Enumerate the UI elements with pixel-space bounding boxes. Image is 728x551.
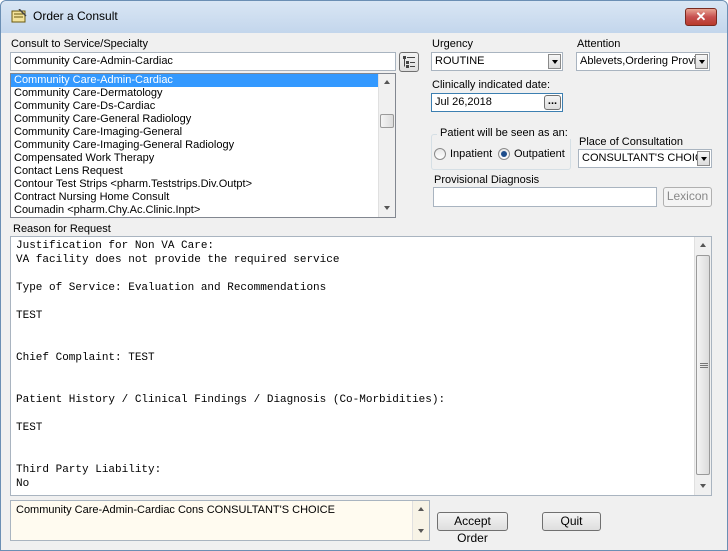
inpatient-radio[interactable]: [434, 148, 446, 160]
scroll-up-icon[interactable]: [413, 501, 429, 518]
scroll-down-icon[interactable]: [379, 200, 395, 217]
service-list-item[interactable]: Community Care-Dermatology: [11, 87, 395, 100]
scroll-up-icon[interactable]: [695, 237, 711, 254]
reason-line: [11, 435, 711, 449]
chevron-down-icon[interactable]: [695, 54, 708, 69]
reason-line: Third Party Liability:: [16, 464, 162, 476]
reason-line: Patient History / Clinical Findings / Di…: [16, 394, 446, 406]
urgency-value: ROUTINE: [435, 55, 485, 67]
place-select[interactable]: CONSULTANT'S CHOIC: [578, 149, 712, 168]
reason-line: Justification for Non VA Care:: [16, 240, 215, 252]
reason-line: No: [16, 478, 30, 490]
tree-view-icon: [403, 56, 415, 68]
service-list-item[interactable]: Contour Test Strips <pharm.Teststrips.Di…: [11, 178, 395, 191]
attention-value: Ablevets,Ordering Provic: [580, 55, 702, 67]
scroll-thumb[interactable]: [696, 255, 710, 475]
patient-seen-label: Patient will be seen as an:: [437, 127, 571, 139]
reason-line: [11, 323, 711, 337]
reason-line: VA facility does not provide the require…: [16, 254, 340, 266]
reason-line: [11, 295, 711, 309]
consult-form-icon: [11, 9, 27, 23]
place-label: Place of Consultation: [579, 136, 683, 148]
scroll-up-icon[interactable]: [379, 74, 395, 91]
place-value: CONSULTANT'S CHOIC: [582, 152, 703, 164]
service-list-item[interactable]: Community Care-Imaging-General Radiology: [11, 139, 395, 152]
service-list-item[interactable]: Community Care-Admin-Cardiac: [11, 74, 395, 87]
scroll-down-icon[interactable]: [413, 523, 429, 540]
reason-line: [11, 407, 711, 421]
reason-line: TEST: [16, 422, 43, 434]
service-listbox[interactable]: Community Care-Admin-Cardiac Community Ca…: [10, 73, 396, 218]
reason-line: Chief Complaint: TEST: [16, 352, 155, 364]
reason-line: Type of Service: Evaluation and Recommen…: [16, 282, 327, 294]
chevron-down-icon[interactable]: [548, 54, 561, 69]
quit-button[interactable]: Quit: [542, 512, 601, 531]
clinical-date-label: Clinically indicated date:: [432, 79, 551, 91]
reason-textarea[interactable]: Justification for Non VA Care: VA facilit…: [10, 236, 712, 496]
title-bar: Order a Consult ✕: [1, 1, 727, 33]
service-input[interactable]: Community Care-Admin-Cardiac: [10, 52, 396, 71]
accept-order-button[interactable]: Accept Order: [437, 512, 508, 545]
summary-scrollbar[interactable]: [412, 501, 429, 540]
service-list-scrollbar[interactable]: [378, 74, 395, 217]
service-list-item[interactable]: Community Care-Imaging-General: [11, 126, 395, 139]
reason-line: TEST: [16, 310, 43, 322]
close-button[interactable]: ✕: [685, 8, 717, 26]
service-tree-button[interactable]: [399, 52, 419, 72]
reason-text: Justification for Non VA Care: VA facilit…: [11, 237, 711, 491]
reason-line: [11, 365, 711, 379]
clinical-date-value: Jul 26,2018: [435, 96, 492, 108]
diagnosis-input[interactable]: [433, 187, 657, 207]
reason-label: Reason for Request: [13, 223, 111, 235]
attention-label: Attention: [577, 38, 621, 50]
service-list-item[interactable]: Contact Lens Request: [11, 165, 395, 178]
scroll-down-icon[interactable]: [695, 478, 711, 495]
urgency-label: Urgency: [432, 38, 473, 50]
lexicon-button[interactable]: Lexicon: [663, 187, 712, 207]
service-list-item[interactable]: Community Care-Ds-Cardiac: [11, 100, 395, 113]
urgency-select[interactable]: ROUTINE: [431, 52, 563, 71]
date-picker-button[interactable]: ...: [544, 95, 561, 110]
service-list-item[interactable]: Contract Nursing Home Consult: [11, 191, 395, 204]
inpatient-label[interactable]: Inpatient: [450, 148, 492, 160]
window-title: Order a Consult: [33, 9, 118, 23]
grip-icon: [700, 363, 708, 368]
reason-scrollbar[interactable]: [694, 237, 711, 495]
diagnosis-label: Provisional Diagnosis: [434, 174, 540, 186]
scroll-thumb[interactable]: [380, 114, 394, 128]
chevron-down-icon[interactable]: [697, 151, 710, 166]
attention-select[interactable]: Ablevets,Ordering Provic: [576, 52, 710, 71]
service-list-item[interactable]: Compensated Work Therapy: [11, 152, 395, 165]
reason-line: [11, 449, 711, 463]
reason-line: [11, 379, 711, 393]
reason-line: [11, 267, 711, 281]
order-consult-dialog: Order a Consult ✕ Consult to Service/Spe…: [0, 0, 728, 551]
outpatient-label[interactable]: Outpatient: [514, 148, 565, 160]
service-list-item[interactable]: Coumadin <pharm.Chy.Ac.Clinic.Inpt>: [11, 204, 395, 217]
service-label: Consult to Service/Specialty: [11, 38, 148, 50]
service-list-item[interactable]: Community Care-General Radiology: [11, 113, 395, 126]
order-summary-text: Community Care-Admin-Cardiac Cons CONSUL…: [16, 504, 335, 516]
outpatient-radio[interactable]: [498, 148, 510, 160]
order-summary-box[interactable]: Community Care-Admin-Cardiac Cons CONSUL…: [10, 500, 430, 541]
service-list: Community Care-Admin-Cardiac Community Ca…: [11, 74, 395, 217]
close-icon: ✕: [695, 9, 707, 24]
reason-line: [11, 337, 711, 351]
